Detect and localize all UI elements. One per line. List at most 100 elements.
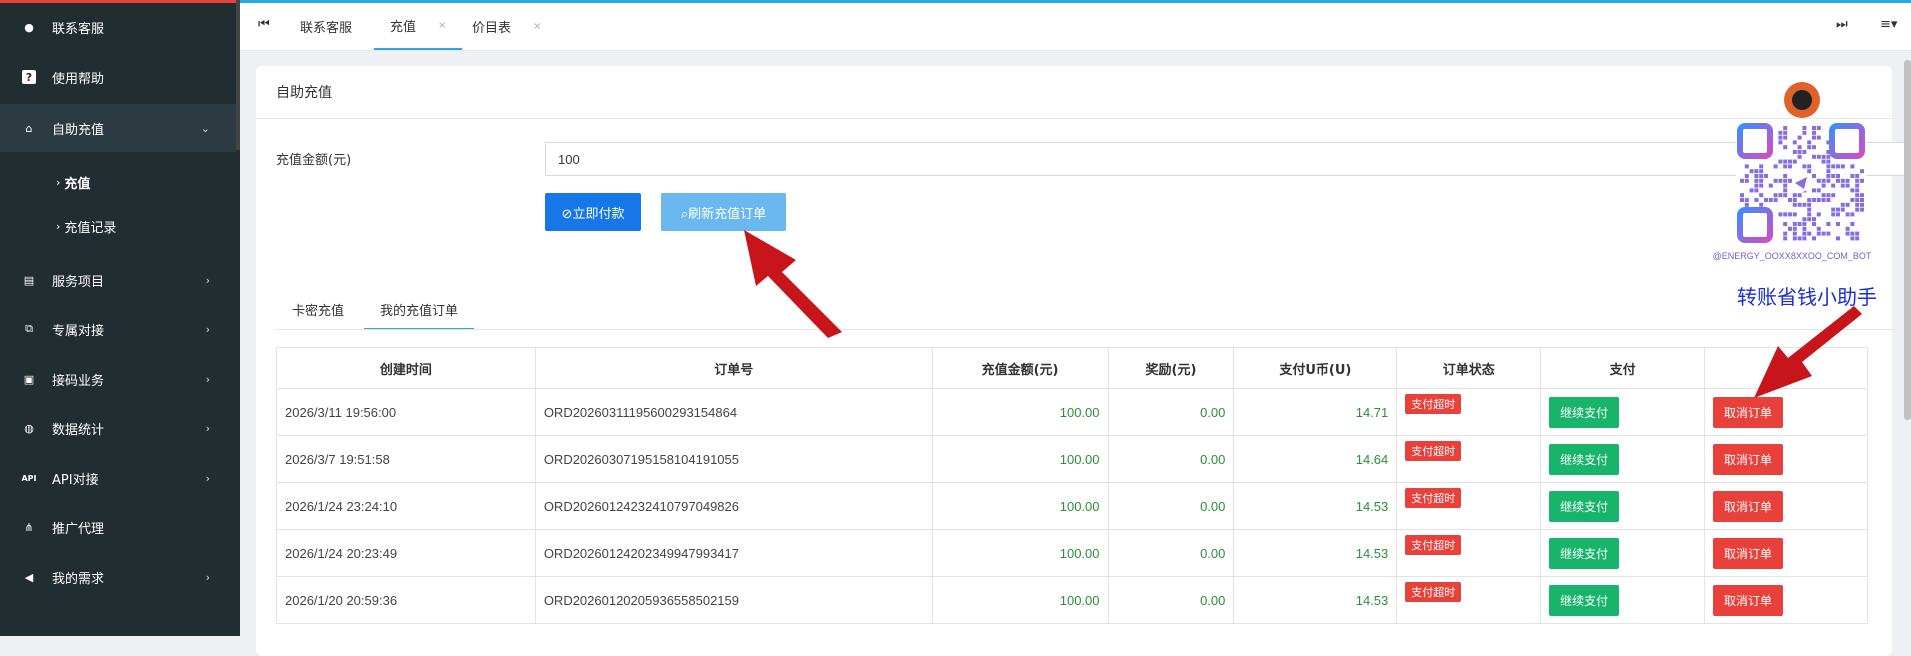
sidebar-item-help[interactable]: ? 使用帮助 <box>0 55 236 99</box>
status-cell: 支付超时 <box>1396 529 1542 577</box>
first-page-icon[interactable]: ⏮ <box>258 17 270 32</box>
close-icon[interactable]: × <box>533 21 541 32</box>
sidebar-subitem-recharge[interactable]: › 充值 <box>56 167 90 197</box>
amount-cell: 100.00 <box>931 576 1109 624</box>
u-coin-cell: 14.53 <box>1233 576 1398 624</box>
page-scrollbar[interactable] <box>1904 60 1911 420</box>
col-header[interactable]: 创建时间 <box>276 347 536 389</box>
amount-input[interactable] <box>545 142 1905 176</box>
sidebar-item-label: 使用帮助 <box>52 71 105 87</box>
sidebar: ● 联系客服 ? 使用帮助 ⌂ 自助充值 ⌄ › 充值 › 充值记录 ▤ 服务项… <box>0 0 240 636</box>
sidebar-item-sms[interactable]: ▣ 接码业务 › <box>0 357 236 401</box>
cancel-order-button[interactable]: 取消订单 <box>1713 443 1784 475</box>
u-coin-cell: 14.71 <box>1233 388 1398 436</box>
sidebar-item-dedicated[interactable]: ⧉ 专属对接 › <box>0 307 236 351</box>
col-header[interactable]: 支付 <box>1540 347 1706 389</box>
cancel-cell: 取消订单 <box>1704 435 1868 483</box>
amount-cell: 100.00 <box>931 482 1109 530</box>
col-header[interactable]: 充值金额(元) <box>931 347 1109 389</box>
continue-pay-button[interactable]: 继续支付 <box>1549 490 1620 522</box>
col-header[interactable]: 订单状态 <box>1396 347 1542 389</box>
link-icon: ⧉ <box>25 322 33 335</box>
chevron-right-icon: › <box>205 372 210 386</box>
sidebar-item-label: 我的需求 <box>52 571 105 587</box>
sms-icon: ▣ <box>23 372 35 386</box>
chevron-right-icon: › <box>205 322 210 336</box>
pay-cell: 继续支付 <box>1540 482 1706 530</box>
table-row: 2026/1/24 23:24:10 ORD2026012423241079704… <box>276 482 1868 530</box>
sidebar-item-api[interactable]: API API对接 › <box>0 456 236 500</box>
sidebar-item-label: 接码业务 <box>52 373 105 389</box>
sidebar-item-label: 服务项目 <box>52 274 105 290</box>
sidebar-item-stats[interactable]: ◍ 数据统计 › <box>0 406 236 450</box>
bonus-cell: 0.00 <box>1107 529 1235 577</box>
chevron-down-icon: ⌄ <box>200 121 210 135</box>
subtab-divider <box>276 329 1892 330</box>
chevron-right-icon: › <box>205 570 210 584</box>
cancel-order-button[interactable]: 取消订单 <box>1713 584 1784 616</box>
bonus-cell: 0.00 <box>1107 388 1235 436</box>
tab-label: 联系客服 <box>300 21 353 36</box>
sidebar-item-label: 自助充值 <box>52 122 105 138</box>
sidebar-item-recharge[interactable]: ⌂ 自助充值 ⌄ <box>0 104 236 152</box>
amount-label: 充值金额(元) <box>276 153 352 168</box>
last-page-icon[interactable]: ⏭ <box>1836 17 1848 32</box>
continue-pay-button[interactable]: 继续支付 <box>1549 537 1620 569</box>
sidebar-item-label: 数据统计 <box>52 422 105 438</box>
continue-pay-button[interactable]: 继续支付 <box>1549 584 1620 616</box>
tab-contact[interactable]: 联系客服 <box>300 3 352 50</box>
u-coin-cell: 14.64 <box>1233 435 1398 483</box>
continue-pay-button[interactable]: 继续支付 <box>1549 396 1620 428</box>
status-cell: 支付超时 <box>1396 482 1542 530</box>
bank-icon: ⌂ <box>25 121 33 135</box>
status-badge: 支付超时 <box>1405 535 1462 555</box>
tab-price-list[interactable]: 价目表 × <box>472 3 541 50</box>
qr-caption: @ENERGY_OOXX8XXOO_COM_BOT <box>1712 251 1872 261</box>
continue-pay-button[interactable]: 继续支付 <box>1549 443 1620 475</box>
subtab-card-recharge[interactable]: 卡密充值 <box>292 290 344 328</box>
u-coin-cell: 14.53 <box>1233 529 1398 577</box>
status-badge: 支付超时 <box>1405 394 1462 414</box>
megaphone-icon: ◀ <box>24 570 34 584</box>
cancel-cell: 取消订单 <box>1704 576 1868 624</box>
table-row: 2026/3/11 19:56:00 ORD2026031119560029315… <box>276 388 1868 436</box>
list-icon: ▤ <box>23 273 35 287</box>
tab-label: 价目表 <box>472 21 512 36</box>
col-header[interactable]: 奖励(元) <box>1107 347 1235 389</box>
subtab-my-orders[interactable]: 我的充值订单 <box>364 290 475 330</box>
pay-cell: 继续支付 <box>1540 435 1706 483</box>
sidebar-subitem-recharge-records[interactable]: › 充值记录 <box>56 211 116 241</box>
order-number-cell: ORD20260120205936558502159 <box>534 576 933 624</box>
pay-now-label: 立即付款 <box>572 206 625 222</box>
chevron-right-icon: › <box>56 175 61 189</box>
pay-now-button[interactable]: ⊘立即付款 <box>545 193 641 231</box>
status-badge: 支付超时 <box>1405 488 1462 508</box>
sidebar-item-label: 联系客服 <box>52 21 105 37</box>
menu-icon[interactable]: ≡▾ <box>1880 17 1897 32</box>
cancel-cell: 取消订单 <box>1704 529 1868 577</box>
recharge-panel: 自助充值 充值金额(元) ⊘立即付款 ⌕刷新充值订单 卡密充值 我的充值订单 创… <box>256 66 1905 656</box>
sidebar-item-promotion[interactable]: ⋔ 推广代理 <box>0 505 236 549</box>
sidebar-item-requests[interactable]: ◀ 我的需求 › <box>0 555 236 599</box>
col-header[interactable]: 支付U币(U) <box>1233 347 1398 389</box>
status-cell: 支付超时 <box>1396 435 1542 483</box>
annotation-arrow-icon <box>744 230 842 338</box>
close-icon[interactable]: × <box>438 20 446 31</box>
bonus-cell: 0.00 <box>1107 435 1235 483</box>
cancel-order-button[interactable]: 取消订单 <box>1713 537 1784 569</box>
cancel-order-button[interactable]: 取消订单 <box>1713 490 1784 522</box>
sidebar-item-contact[interactable]: ● 联系客服 <box>0 5 236 49</box>
tab-bar: ⏮ 联系客服 充值 × 价目表 × ⏭ ≡▾ <box>240 3 1911 51</box>
amount-cell: 100.00 <box>931 529 1109 577</box>
col-header[interactable]: 订单号 <box>534 347 933 389</box>
sidebar-item-services[interactable]: ▤ 服务项目 › <box>0 258 236 302</box>
chevron-right-icon: › <box>205 273 210 287</box>
bonus-cell: 0.00 <box>1107 576 1235 624</box>
tab-label: 充值 <box>390 20 417 35</box>
order-number-cell: ORD20260307195158104191055 <box>534 435 933 483</box>
tab-recharge[interactable]: 充值 × <box>374 3 463 50</box>
sidebar-item-label: 专属对接 <box>52 323 105 339</box>
chevron-right-icon: › <box>56 219 61 233</box>
order-time-cell: 2026/1/24 23:24:10 <box>276 482 536 530</box>
sidebar-top-accent <box>0 0 240 3</box>
